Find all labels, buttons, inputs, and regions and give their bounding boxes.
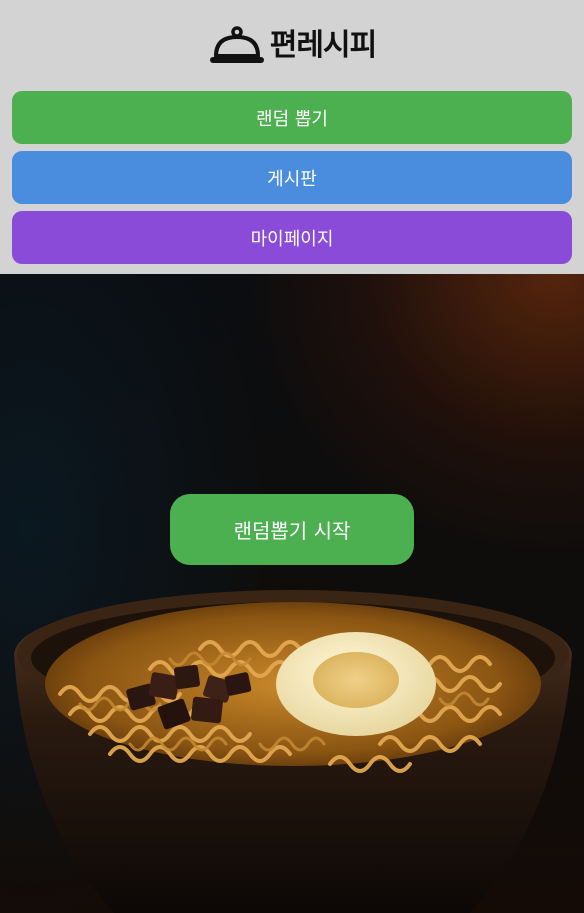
cloche-icon [208, 26, 266, 66]
mypage-button[interactable]: 마이페이지 [12, 211, 572, 264]
header: 편레시피 랜덤 뽑기 게시판 마이페이지 [0, 0, 584, 274]
app-title: 편레시피 [269, 28, 377, 63]
hero-section: 랜덤뽑기 시작 [0, 274, 584, 913]
ramen-bowl-image [14, 590, 572, 913]
random-pick-button[interactable]: 랜덤 뽑기 [12, 91, 572, 144]
board-button[interactable]: 게시판 [12, 151, 572, 204]
start-random-button[interactable]: 랜덤뽑기 시작 [170, 494, 414, 565]
app-root: 편레시피 랜덤 뽑기 게시판 마이페이지 랜덤뽑기 시작 [0, 0, 584, 913]
logo[interactable]: 편레시피 [0, 24, 584, 68]
